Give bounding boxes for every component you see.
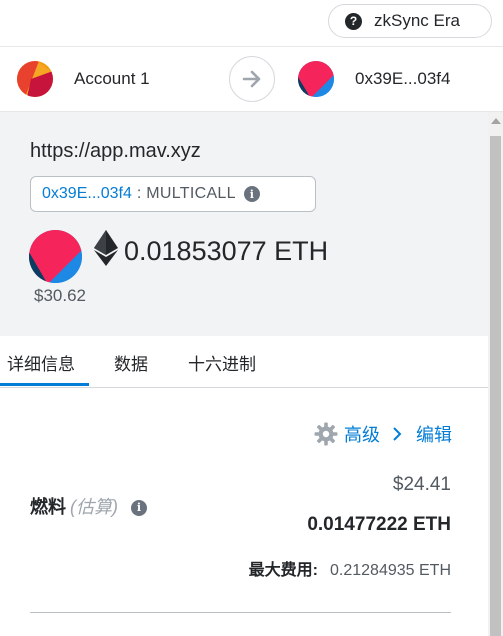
section-divider (30, 612, 451, 613)
method-separator: : (136, 185, 142, 202)
to-account-avatar (298, 61, 334, 97)
max-fee-label: 最大费用: (248, 562, 319, 579)
gas-fee-fiat: $24.41 (392, 474, 451, 495)
tab-data[interactable]: 数据 (114, 350, 148, 375)
max-fee-value: 0.21284935 ETH (330, 562, 451, 579)
from-account-name[interactable]: Account 1 (74, 69, 150, 89)
network-name: zkSync Era (374, 11, 460, 30)
edit-link[interactable]: 编辑 (416, 421, 452, 447)
info-icon[interactable]: i (243, 186, 260, 202)
contract-method-pill[interactable]: 0x39E...03f4 : MULTICALL i (30, 176, 316, 212)
detail-tabs: 详细信息 数据 十六进制 (0, 336, 488, 388)
estimate-label: (估算) (70, 497, 118, 517)
advanced-edit-row: 高级 编辑 (314, 421, 452, 447)
to-address[interactable]: 0x39E...03f4 (355, 69, 450, 89)
network-selector[interactable]: ? zkSync Era (328, 4, 492, 38)
contract-address[interactable]: 0x39E...03f4 (42, 185, 132, 203)
transaction-amount: 0.01853077 ETH (124, 236, 329, 266)
advanced-link[interactable]: 高级 (344, 421, 380, 447)
fiat-amount: $30.62 (34, 286, 86, 305)
active-tab-indicator (0, 383, 89, 386)
method-name: MULTICALL (146, 185, 236, 202)
transaction-summary: https://app.mav.xyz 0x39E...03f4 : MULTI… (0, 112, 488, 336)
chevron-right-icon (393, 427, 402, 441)
question-icon: ? (345, 12, 362, 30)
max-fee-row: 最大费用: 0.21284935 ETH (249, 556, 451, 580)
gear-icon[interactable] (314, 422, 338, 446)
site-origin: https://app.mav.xyz (30, 140, 201, 162)
arrow-right-icon (242, 70, 261, 88)
ethereum-icon (94, 230, 118, 266)
gas-info-icon[interactable]: i (131, 499, 148, 516)
scroll-up-arrow-icon[interactable] (491, 118, 501, 124)
gas-fee-eth: 0.01477222 ETH (307, 514, 451, 535)
gas-fee-label: 燃料 (估算) i (30, 493, 148, 519)
tab-hex[interactable]: 十六进制 (188, 350, 256, 375)
network-bar: ? zkSync Era (0, 0, 503, 46)
sender-recipient-row: Account 1 0x39E...03f4 (0, 46, 503, 112)
gas-label-text: 燃料 (30, 497, 66, 517)
from-account-avatar (17, 61, 53, 97)
transfer-arrow (229, 56, 275, 102)
value-avatar (29, 230, 82, 283)
scrollbar-thumb[interactable] (490, 136, 501, 636)
tab-details[interactable]: 详细信息 (7, 350, 75, 375)
